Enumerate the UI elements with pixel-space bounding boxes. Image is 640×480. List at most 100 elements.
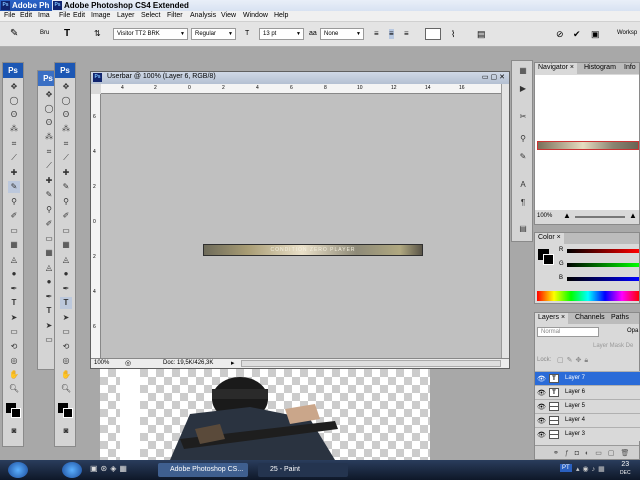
healing-tool-icon[interactable]: ✚ [8,167,20,179]
warp-text-icon[interactable]: ⌇ [451,29,455,39]
menu-help[interactable]: Help [274,12,288,19]
adjustment-icon[interactable]: ◐ [585,450,595,457]
menu-image[interactable]: Image [91,12,110,19]
type-tool-icon[interactable]: T [8,297,20,309]
menu-analysis[interactable]: Analysis [190,12,216,19]
brush-tool-icon[interactable]: ✎ [60,181,72,193]
blur-tool-icon[interactable]: ◬ [60,254,72,266]
menu-view[interactable]: View [221,12,236,19]
menu-select[interactable]: Select [141,12,160,19]
blend-mode-select[interactable]: Normal [537,327,599,337]
tray-icons[interactable]: ▴◉♪▦ [576,465,608,473]
eyedropper-tool-icon[interactable]: ⟋ [8,152,20,164]
eye-icon[interactable]: 👁︎ [537,431,546,439]
align-right-icon[interactable]: ≡ [404,29,409,39]
clone-source-icon[interactable]: ⚲ [517,133,529,145]
navigator-preview[interactable] [535,75,639,210]
eyedropper-tool-icon[interactable]: ⟋ [60,152,72,164]
layer-row[interactable]: 👁︎ T Layer 7 [535,371,640,385]
move-tool-icon[interactable]: ✥ [60,81,72,93]
layer-row[interactable]: 👁︎ Layer 3 [535,427,640,441]
brush-tool-icon[interactable]: ✎ [10,29,18,39]
back-window-titlebar[interactable]: Ps Adobe Ph [0,0,60,11]
antialias-select[interactable]: None ▼ [320,28,364,40]
blur-tool-icon[interactable]: ◬ [8,254,20,266]
shape-tool-icon[interactable]: ▭ [8,326,20,338]
path-selection-tool-icon[interactable]: ➤ [8,312,20,324]
r-slider[interactable] [567,249,639,253]
menu-layer[interactable]: Layer [117,12,135,19]
layer-row[interactable]: 👁︎ Layer 5 [535,399,640,413]
background-color-swatch[interactable] [63,408,73,418]
vertical-scrollbar[interactable] [501,84,509,358]
eraser-tool-icon[interactable]: ▭ [8,225,20,237]
menu-window[interactable]: Window [243,12,268,19]
shape-tool-icon[interactable]: ▭ [60,326,72,338]
b-slider[interactable] [567,277,639,281]
color-spectrum[interactable] [537,291,639,301]
tools-presets-icon[interactable]: ✂ [517,111,529,123]
3d-rotate-tool-icon[interactable]: ⟲ [8,341,20,353]
hand-tool-icon[interactable]: ✋ [60,369,72,381]
link-icon[interactable]: ⚭ [553,450,565,457]
g-slider[interactable] [567,263,639,267]
font-family-select[interactable]: Visitor TT2 BRK ▼ [113,28,188,40]
document-titlebar[interactable]: Ps Userbar @ 100% (Layer 6, RGB/8) ▭▢✕ [91,72,509,84]
back-menu-image[interactable]: Ima [38,12,50,19]
path-selection-tool-icon[interactable]: ➤ [60,312,72,324]
actions-panel-icon[interactable]: ▶ [517,83,529,95]
language-indicator[interactable]: PT [560,464,572,472]
tab-info[interactable]: Info [621,63,639,74]
tab-paths[interactable]: Paths [608,313,632,324]
tab-channels[interactable]: Channels [572,313,608,324]
start-button[interactable] [8,462,28,478]
history-brush-tool-icon[interactable]: ✐ [8,210,20,222]
magic-wand-tool-icon[interactable]: ⁂ [60,123,72,135]
background-color-swatch[interactable] [11,408,21,418]
zoom-tool-icon[interactable]: 🔍︎ [8,383,20,395]
gradient-tool-icon[interactable]: ▦ [60,239,72,251]
eye-icon[interactable]: 👁︎ [537,417,546,425]
taskbar-paint-button[interactable]: 25 - Paint [258,463,348,477]
start-button-2[interactable] [62,462,82,478]
pen-tool-icon[interactable]: ✒ [60,283,72,295]
navigator-view-box[interactable] [537,141,639,150]
menu-file[interactable]: File [59,12,70,19]
mask-icon[interactable]: ◘ [575,450,585,457]
taskbar-photoshop-button[interactable]: Adobe Photoshop CS... [158,463,248,477]
close-icon[interactable]: ✕ [499,74,507,81]
brush-tool-icon[interactable]: ✎ [8,181,20,193]
hand-tool-icon[interactable]: ✋ [8,369,20,381]
workspace-label[interactable]: Worksp [617,30,637,36]
tab-color[interactable]: Color × [535,233,564,244]
userbar-banner[interactable]: CONDITION ZERO PLAYER [203,244,423,256]
eye-icon[interactable]: 👁︎ [537,389,546,397]
align-left-icon[interactable]: ≡ [374,29,379,39]
quick-launch-icons[interactable]: ▣⊛◈▦ [90,464,130,473]
dodge-tool-icon[interactable]: ● [8,268,20,280]
canvas-area[interactable]: CONDITION ZERO PLAYER [101,94,501,358]
zoom-slider[interactable] [575,216,625,218]
folder-icon[interactable]: ▭ [595,450,608,457]
tab-layers[interactable]: Layers × [535,313,569,324]
magic-wand-tool-icon[interactable]: ⁂ [8,123,20,135]
font-size-select[interactable]: 13 pt ▼ [259,28,304,40]
marquee-tool-icon[interactable]: ◯ [8,95,20,107]
eye-icon[interactable]: 👁︎ [537,403,546,411]
history-brush-tool-icon[interactable]: ✐ [60,210,72,222]
new-layer-icon[interactable]: ▢ [608,450,621,457]
character-panel-icon[interactable]: A [517,179,529,191]
status-arrow-icon[interactable]: ▸ [231,359,235,367]
move-tool-icon[interactable]: ✥ [8,81,20,93]
tab-navigator[interactable]: Navigator × [535,63,578,74]
lock-icons[interactable]: ▢✎✥🔒︎ [557,356,591,365]
zoom-out-icon[interactable]: ▲ [563,211,571,220]
crop-tool-icon[interactable]: ⌗ [8,138,20,150]
3d-orbit-tool-icon[interactable]: ◎ [60,355,72,367]
trash-icon[interactable]: 🗑︎ [621,450,636,457]
dodge-tool-icon[interactable]: ● [60,268,72,280]
lasso-tool-icon[interactable]: ʘ [60,109,72,121]
text-color-swatch[interactable] [425,28,441,40]
zoom-level[interactable]: 100% [94,360,109,366]
background-color-swatch[interactable] [543,254,554,265]
